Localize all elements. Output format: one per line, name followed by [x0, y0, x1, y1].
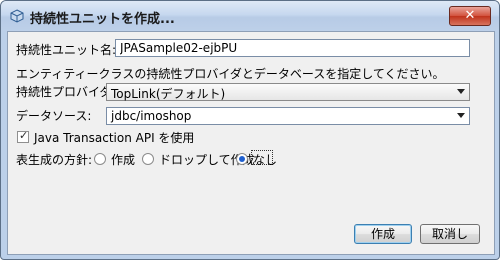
jta-checkbox-label[interactable]: Java Transaction API を使用: [34, 129, 194, 146]
netbeans-cube-icon: [10, 9, 24, 23]
provider-label: 持続性プロバイダ:: [16, 85, 116, 99]
create-button[interactable]: 作成: [354, 224, 412, 244]
checkmark-icon: ✓: [19, 129, 29, 142]
dialog-content: 持続性ユニット名: エンティティークラスの持続性プロバイダとデータベースを指定し…: [7, 31, 495, 255]
datasource-selected-value: jdbc/imoshop: [111, 109, 192, 123]
radio-none-label[interactable]: なし: [253, 151, 277, 168]
datasource-label: データソース:: [16, 109, 92, 123]
radio-selected-dot: [239, 156, 245, 162]
datasource-select[interactable]: jdbc/imoshop: [106, 107, 470, 125]
table-strategy-label: 表生成の方針:: [16, 153, 93, 167]
provider-selected-value: TopLink(デフォルト): [111, 87, 226, 101]
window-title: 持続性ユニットを作成...: [30, 12, 175, 27]
cancel-button[interactable]: 取消し: [420, 224, 480, 244]
unit-name-field[interactable]: [115, 39, 470, 57]
instruction-text: エンティティークラスの持続性プロバイダとデータベースを指定してください。: [16, 67, 445, 81]
chevron-down-icon[interactable]: [457, 113, 465, 118]
unit-name-label: 持続性ユニット名:: [16, 43, 117, 57]
radio-drop-and-create[interactable]: [142, 153, 154, 165]
chevron-down-icon[interactable]: [457, 89, 465, 94]
radio-create[interactable]: [94, 153, 106, 165]
title-bar[interactable]: 持続性ユニットを作成... ✕: [1, 1, 499, 31]
radio-none[interactable]: [236, 153, 248, 165]
create-persistence-unit-dialog: 持続性ユニットを作成... ✕ 持続性ユニット名: エンティティークラスの持続性…: [0, 0, 500, 260]
close-button[interactable]: ✕: [449, 6, 491, 26]
radio-create-label[interactable]: 作成: [111, 151, 135, 168]
jta-checkbox[interactable]: ✓: [17, 129, 29, 143]
provider-select[interactable]: TopLink(デフォルト): [106, 83, 470, 101]
